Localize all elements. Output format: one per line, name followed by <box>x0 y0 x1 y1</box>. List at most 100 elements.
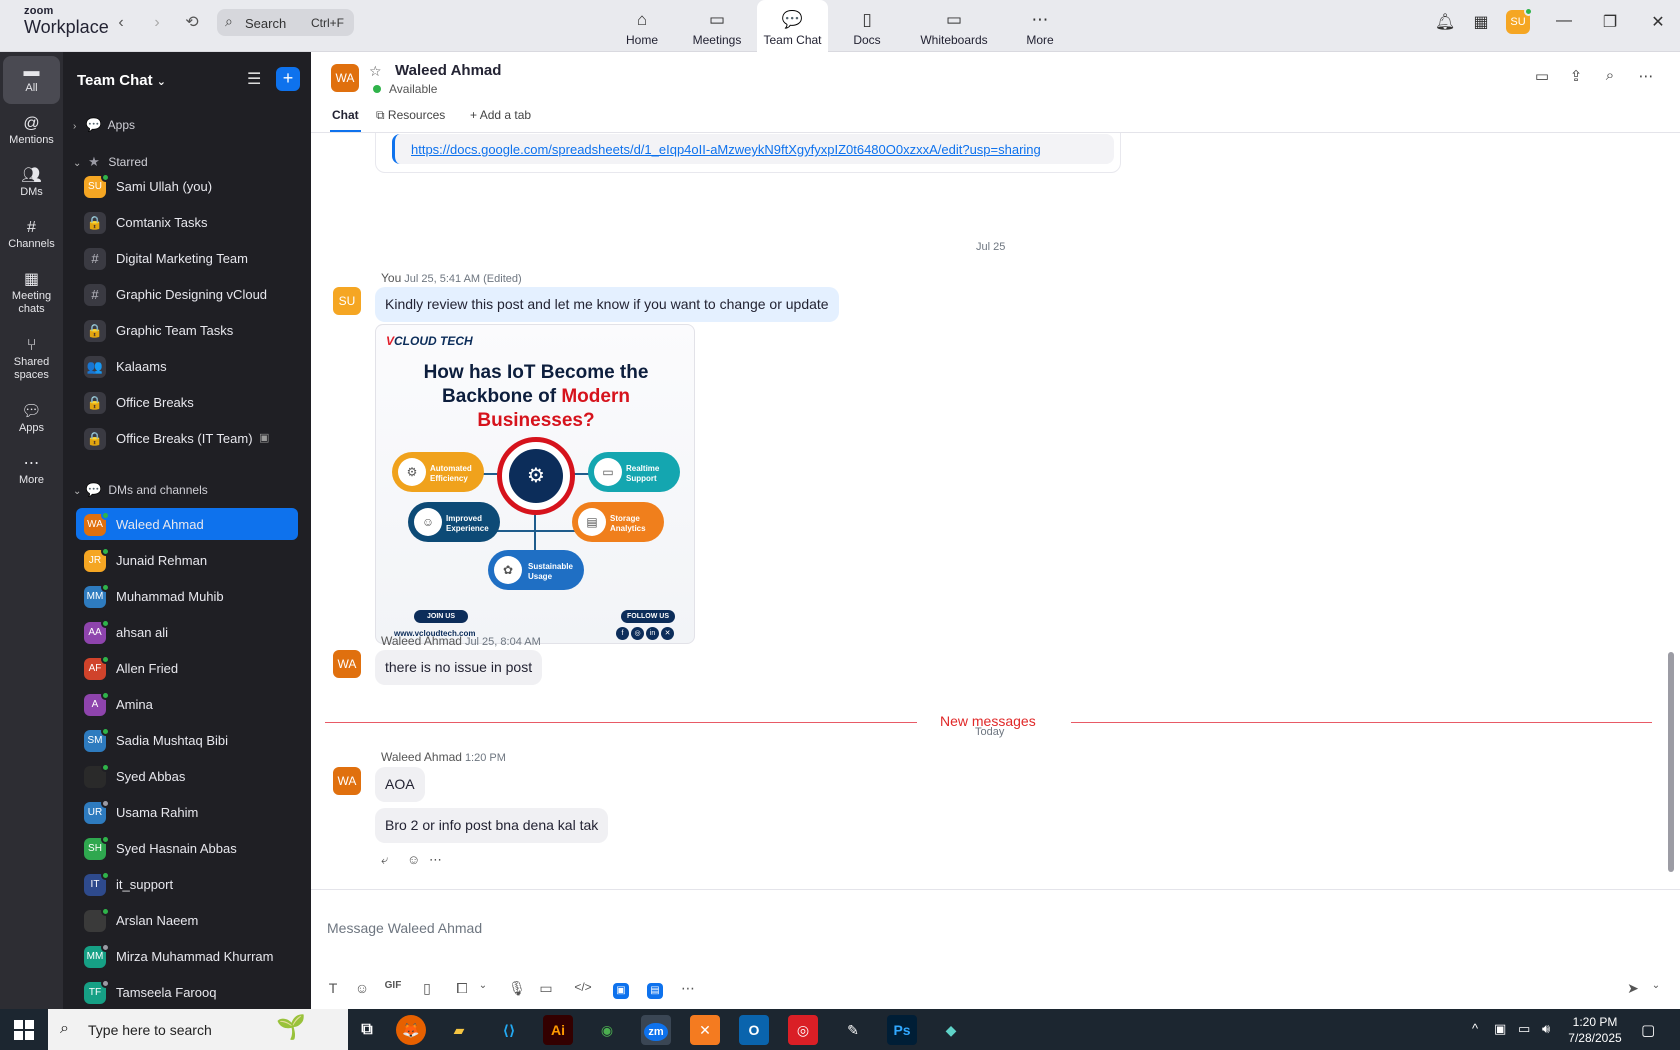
file-explorer-icon[interactable]: ▰ <box>444 1015 474 1045</box>
spreadsheet-link[interactable]: https://docs.google.com/spreadsheets/d/1… <box>411 142 1041 157</box>
tab-team-chat[interactable]: 💬 Team Chat <box>757 0 828 52</box>
message-list[interactable]: https://docs.google.com/spreadsheets/d/1… <box>311 133 1680 889</box>
sidebar-item[interactable]: 👥 Kalaams <box>76 350 298 382</box>
section-dms-and-channels[interactable]: ⌄ 💬 DMs and channels <box>73 482 208 498</box>
sidebar-item[interactable]: SM Sadia Mushtaq Bibi <box>76 724 298 756</box>
chevron-down-icon[interactable]: ⌄ <box>1646 980 1666 991</box>
tray-app-icon[interactable]: ▣ <box>1494 1021 1506 1037</box>
star-outline-icon[interactable]: ☆ <box>369 63 382 80</box>
app-diamond-icon[interactable]: ◆ <box>936 1015 966 1045</box>
task-view-icon[interactable]: ⧉ <box>352 1015 382 1045</box>
add-tab-button[interactable]: + Add a tab <box>470 108 531 122</box>
sidebar-item[interactable]: JR Junaid Rehman <box>76 544 298 576</box>
gif-icon[interactable]: GIF <box>383 980 403 991</box>
share-screen-icon[interactable]: ⇪ <box>1565 67 1587 85</box>
app-shortcut-icon[interactable]: ▣ <box>613 983 629 999</box>
message-avatar[interactable]: WA <box>333 767 361 795</box>
tab-docs[interactable]: ▯ Docs <box>846 0 888 52</box>
network-icon[interactable]: ▭ <box>1518 1021 1530 1037</box>
tab-more[interactable]: ⋯ More <box>1020 0 1060 52</box>
message-input[interactable] <box>327 898 1647 958</box>
zoom-taskbar-icon[interactable]: zm <box>641 1015 671 1045</box>
message-bubble[interactable]: Bro 2 or info post bna dena kal tak <box>375 808 609 843</box>
chevron-down-icon[interactable]: ⌄ <box>473 980 493 991</box>
file-icon[interactable]: ▯ <box>417 980 437 997</box>
sidebar-item[interactable]: # Digital Marketing Team <box>76 242 298 274</box>
section-apps[interactable]: › 💬 Apps <box>73 117 135 133</box>
video-message-icon[interactable]: ▭ <box>536 980 556 997</box>
filter-icon[interactable]: ☰ <box>247 69 261 89</box>
sidebar-item[interactable]: TF Tamseela Farooq <box>76 976 298 1008</box>
tab-chat[interactable]: Chat <box>332 108 359 122</box>
rail-shared-spaces[interactable]: ⑂ Shared spaces <box>3 330 60 390</box>
tab-home[interactable]: ⌂ Home <box>620 0 664 52</box>
sidebar-item[interactable]: Syed Abbas <box>76 760 298 792</box>
tab-resources[interactable]: ⧉ Resources <box>376 108 445 123</box>
send-icon[interactable]: ➤ <box>1623 980 1643 997</box>
sidebar-item[interactable]: SH Syed Hasnain Abbas <box>76 832 298 864</box>
sidebar-item[interactable]: WA Waleed Ahmad <box>76 508 298 540</box>
windows-start-icon[interactable] <box>14 1020 34 1040</box>
tab-meetings[interactable]: ▭ Meetings <box>686 0 748 52</box>
sidebar-item[interactable]: 🔒 Office Breaks (IT Team) ▣ <box>76 422 298 454</box>
sidebar-item[interactable]: Arslan Naeem <box>76 904 298 936</box>
message-avatar[interactable]: SU <box>333 287 361 315</box>
forward-arrow-icon[interactable]: › <box>146 12 168 34</box>
bell-icon[interactable]: 🔔︎ <box>1434 12 1456 32</box>
reply-icon[interactable]: ⤶ <box>381 852 388 868</box>
rail-meeting-chats[interactable]: ▦ Meeting chats <box>3 264 60 324</box>
sidebar-item[interactable]: IT it_support <box>76 868 298 900</box>
message-bubble[interactable]: there is no issue in post <box>375 650 543 685</box>
close-icon[interactable]: ✕ <box>1646 12 1670 32</box>
creative-cloud-icon[interactable]: ◎ <box>788 1015 818 1045</box>
more-dots-icon[interactable]: ⋯ <box>1635 67 1657 85</box>
new-chat-button[interactable]: + <box>276 67 300 91</box>
firefox-icon[interactable]: 🦊 <box>396 1015 426 1045</box>
more-dots-icon[interactable]: ⋯ <box>678 980 698 997</box>
sidebar-item[interactable]: # Graphic Designing vCloud <box>76 278 298 310</box>
search-box[interactable]: ⌕ Search Ctrl+F <box>217 9 354 36</box>
pen-tool-icon[interactable]: ✎ <box>838 1015 868 1045</box>
scrollbar-thumb[interactable] <box>1668 652 1674 872</box>
sidebar-title[interactable]: Team Chat ⌄ <box>77 72 166 89</box>
rail-apps[interactable]: 💬︎ Apps <box>3 396 60 444</box>
section-starred[interactable]: ⌄ ★ Starred <box>73 154 148 170</box>
sidebar-item[interactable]: 🔒 Office Breaks <box>76 386 298 418</box>
text-format-icon[interactable]: T <box>323 980 343 996</box>
tab-whiteboards[interactable]: ▭ Whiteboards <box>916 0 992 52</box>
sidebar-item[interactable]: 🔒 Comtanix Tasks <box>76 206 298 238</box>
minimize-icon[interactable]: — <box>1552 12 1576 30</box>
sidebar-item[interactable]: AA ahsan ali <box>76 616 298 648</box>
rail-more[interactable]: ⋯ More <box>3 448 60 496</box>
photoshop-icon[interactable]: Ps <box>887 1015 917 1045</box>
screenshot-icon[interactable]: ⧠ <box>452 980 472 997</box>
sidebar-item[interactable]: AF Allen Fried <box>76 652 298 684</box>
microphone-icon[interactable]: 🎙︎ <box>507 980 527 997</box>
code-icon[interactable]: </> <box>573 980 593 994</box>
back-arrow-icon[interactable]: ‹ <box>110 12 132 34</box>
illustrator-icon[interactable]: Ai <box>543 1015 573 1045</box>
post-image[interactable]: VCLOUD TECH How has IoT Become the Backb… <box>375 324 695 644</box>
sidebar-item[interactable]: A Amina <box>76 688 298 720</box>
video-call-icon[interactable]: ▭ <box>1531 67 1553 85</box>
chrome-icon[interactable]: ◉ <box>592 1015 622 1045</box>
more-dots-icon[interactable]: ⋯ <box>429 852 442 868</box>
rail-all[interactable]: ▬ All <box>3 56 60 104</box>
outlook-icon[interactable]: O <box>739 1015 769 1045</box>
tray-chevron-up-icon[interactable]: ^ <box>1472 1021 1478 1036</box>
emoji-icon[interactable]: ☺ <box>352 980 372 996</box>
restore-icon[interactable]: ❐ <box>1598 12 1622 32</box>
message-avatar[interactable]: WA <box>333 650 361 678</box>
taskbar-clock[interactable]: 1:20 PM 7/28/2025 <box>1560 1014 1630 1046</box>
sidebar-item[interactable]: MM Mirza Muhammad Khurram <box>76 940 298 972</box>
volume-icon[interactable]: 🔊︎ <box>1542 1021 1550 1037</box>
message-bubble[interactable]: Kindly review this post and let me know … <box>375 287 839 322</box>
contact-name[interactable]: Waleed Ahmad <box>395 62 501 79</box>
rail-mentions[interactable]: @ Mentions <box>3 108 60 156</box>
sidebar-item[interactable]: SU Sami Ullah (you) <box>76 170 298 202</box>
message-bubble[interactable]: AOA <box>375 767 425 802</box>
sidebar-item[interactable]: 🔒 Graphic Team Tasks <box>76 314 298 346</box>
history-icon[interactable]: ⟲ <box>181 12 203 34</box>
notification-icon[interactable]: ▢ <box>1641 1021 1655 1039</box>
xampp-icon[interactable]: ✕ <box>690 1015 720 1045</box>
